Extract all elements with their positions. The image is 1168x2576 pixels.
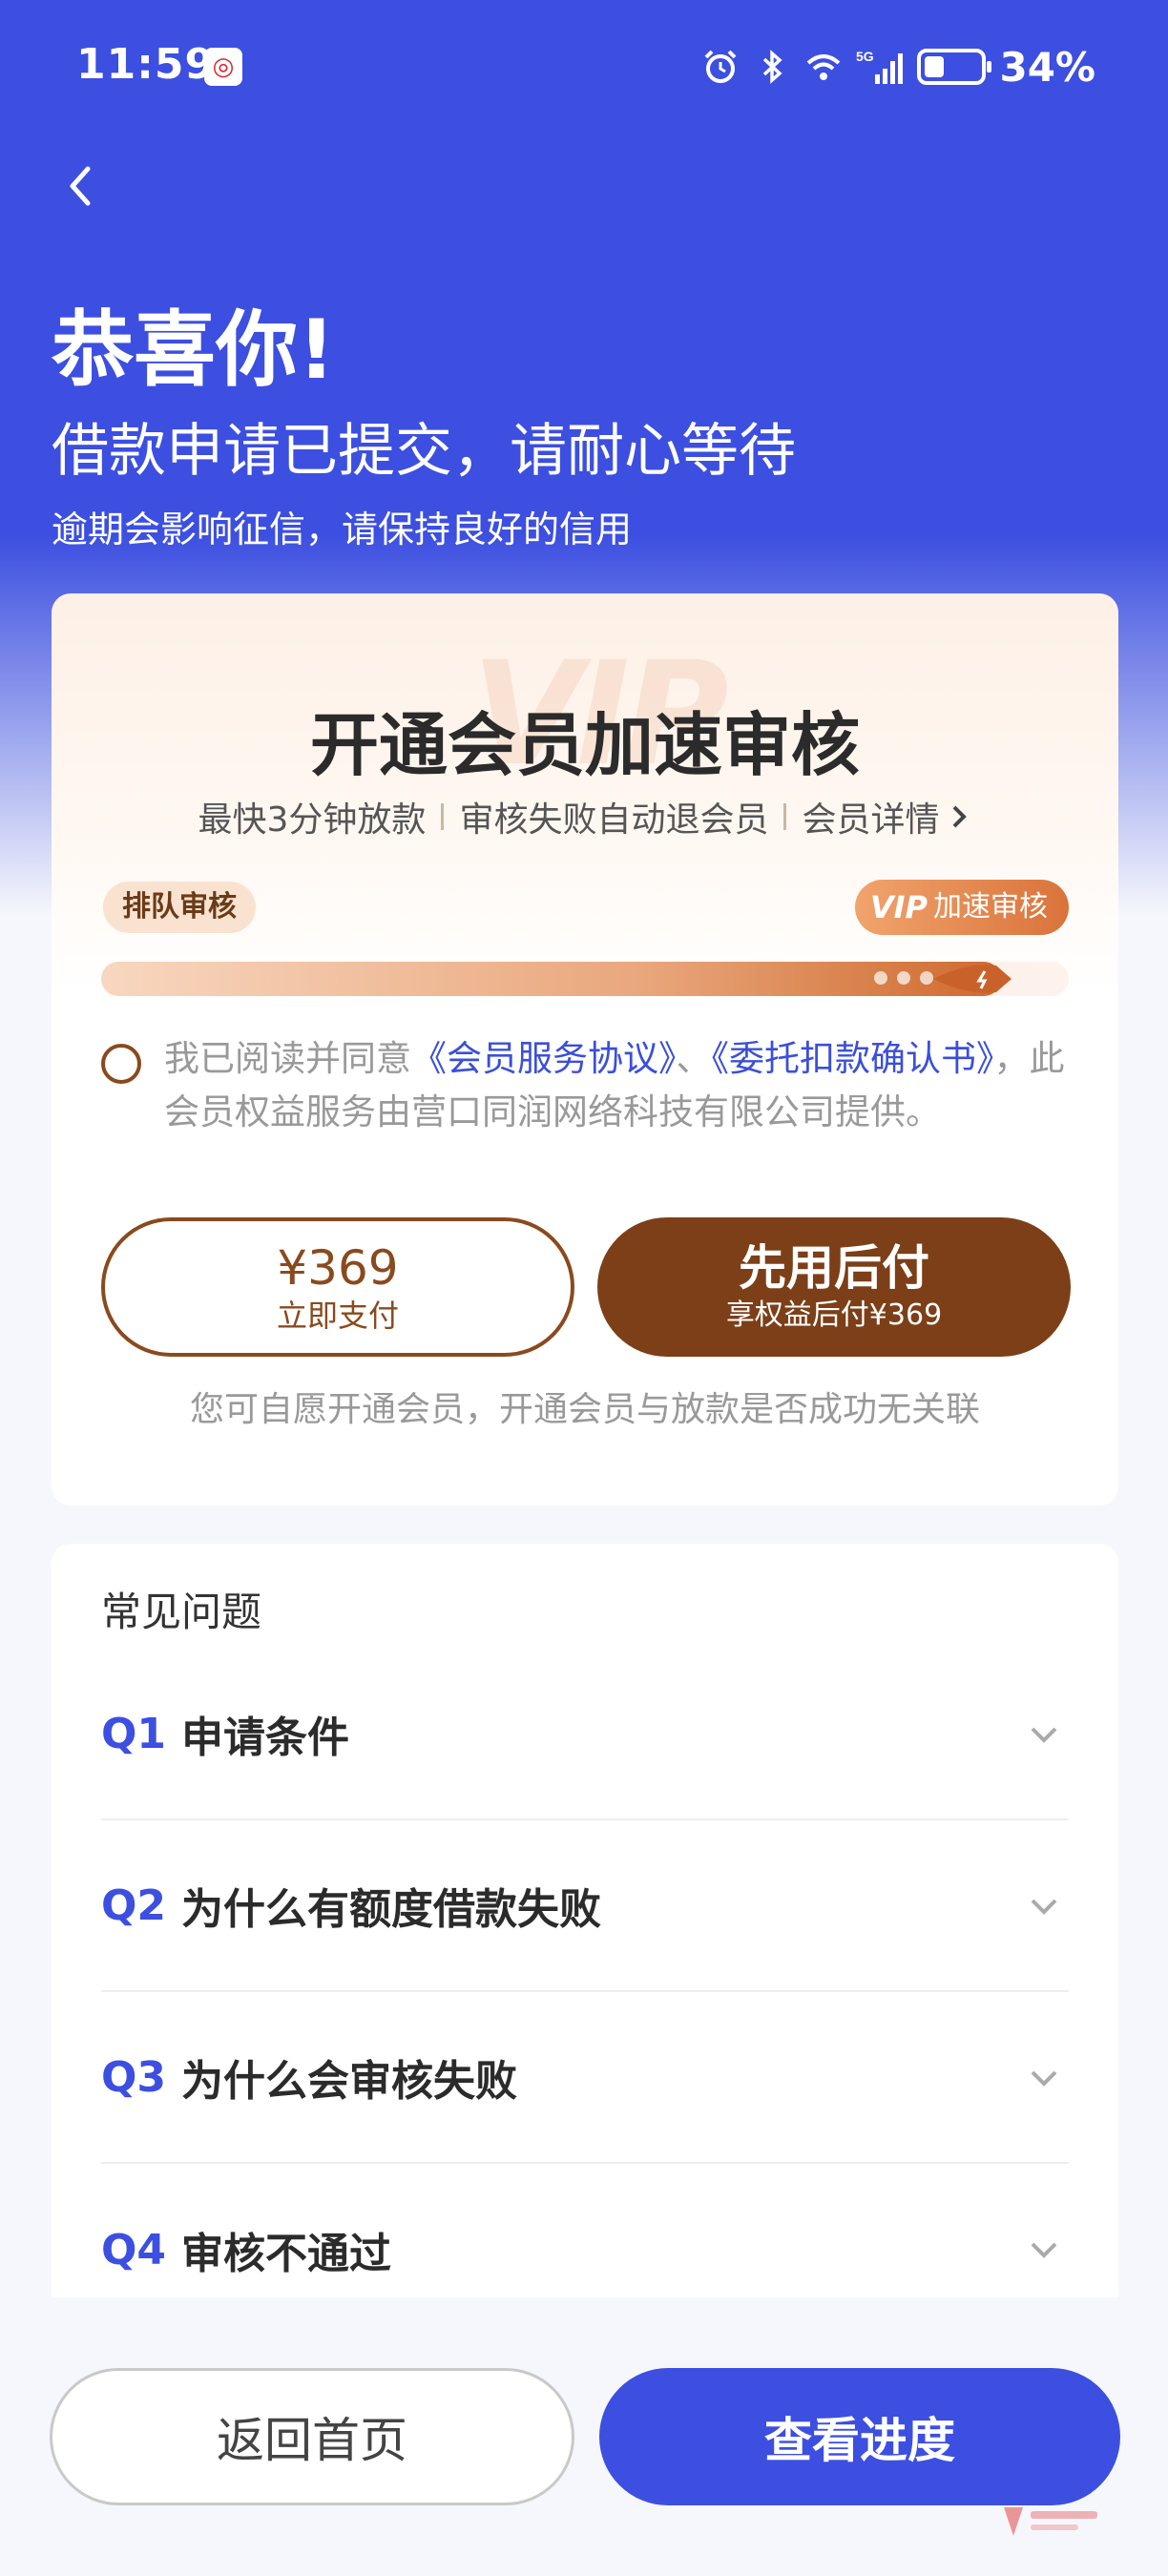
speed-dots (874, 971, 933, 985)
chevron-down-icon (1031, 1899, 1057, 1915)
faq-question: 为什么会审核失败 (181, 2057, 518, 2106)
pay-later-button[interactable]: 先用后付 享权益后付¥369 (597, 1217, 1071, 1357)
vip-badge-icon: VIP (869, 889, 928, 925)
back-arrow-icon[interactable] (53, 157, 111, 215)
faq-question: 申请条件 (181, 1714, 350, 1762)
pay-later-sub: 享权益后付¥369 (725, 1298, 943, 1332)
battery-percent: 34% (999, 43, 1095, 91)
feature-auto-refund: 审核失败自动退会员 (459, 800, 769, 840)
chevron-right-icon (953, 805, 968, 828)
view-progress-button[interactable]: 查看进度 (599, 2368, 1120, 2505)
agreement-joiner: 、 (676, 1038, 712, 1079)
pay-now-button[interactable]: ¥369 立即支付 (101, 1217, 574, 1357)
member-details-link[interactable]: 会员详情 (802, 792, 971, 841)
divider (441, 803, 445, 830)
chevron-down-icon (1031, 2070, 1057, 2087)
rocket-icon (933, 965, 1012, 993)
agreement-prefix: 我已阅读并同意 (164, 1038, 411, 1079)
signal-5g-icon: 5G (856, 49, 904, 84)
faq-question: 为什么有额度借款失败 (181, 1885, 602, 1934)
status-icons: 5G 34% (701, 38, 1095, 95)
vip-card: VIP 开通会员加速审核 最快3分钟放款 审核失败自动退会员 会员详情 排队审核… (52, 593, 1118, 1506)
speed-review-label: 加速审核 (933, 890, 1048, 924)
chevron-down-icon (1031, 2242, 1057, 2258)
chevron-down-icon (1031, 1727, 1057, 1743)
agreement-row: 我已阅读并同意《会员服务协议》、《委托扣款确认书》，此会员权益服务由营口同润网络… (101, 1032, 1074, 1139)
feature-fast-loan: 最快3分钟放款 (198, 800, 427, 840)
submitted-headline: 借款申请已提交，请耐心等待 (52, 418, 796, 485)
status-time: 11:59 (76, 40, 216, 89)
watermark-logo-icon (1004, 2507, 1097, 2536)
faq-item[interactable]: Q4 审核不通过 (101, 2164, 1069, 2297)
member-service-agreement-link[interactable]: 《会员服务协议》 (411, 1038, 677, 1079)
faq-item[interactable]: Q2 为什么有额度借款失败 (101, 1820, 1069, 1992)
wifi-icon (807, 54, 841, 80)
faq-title: 常见问题 (101, 1589, 262, 1635)
pay-now-price: ¥369 (277, 1240, 399, 1296)
faq-number: Q4 (101, 2225, 167, 2275)
faq-section: 常见问题 Q1 申请条件 Q2 为什么有额度借款失败 Q3 为什么会审核失败 Q… (52, 1544, 1118, 2297)
queue-review-tag: 排队审核 (103, 882, 256, 933)
member-details-label: 会员详情 (802, 800, 940, 840)
agreement-text: 我已阅读并同意《会员服务协议》、《委托扣款确认书》，此会员权益服务由营口同润网络… (164, 1032, 1074, 1139)
bank-app-notification-icon: ◎ (204, 48, 242, 86)
faq-item[interactable]: Q3 为什么会审核失败 (101, 1992, 1069, 2164)
speed-review-tag: VIP 加速审核 (854, 880, 1069, 935)
vip-features: 最快3分钟放款 审核失败自动退会员 会员详情 (52, 792, 1118, 841)
faq-number: Q1 (101, 1709, 167, 1758)
review-progress-fill (101, 962, 1002, 996)
faq-item[interactable]: Q1 申请条件 (101, 1649, 1069, 1820)
credit-warning: 逾期会影响征信，请保持良好的信用 (52, 509, 633, 551)
bottom-action-bar: 返回首页 查看进度 (0, 2297, 1168, 2576)
faq-number: Q2 (101, 1880, 167, 1930)
divider (783, 803, 787, 830)
alarm-icon (705, 50, 737, 83)
svg-text:5G: 5G (856, 49, 874, 64)
vip-title: 开通会员加速审核 (309, 705, 860, 785)
bluetooth-icon (763, 50, 783, 84)
battery-icon (917, 49, 992, 85)
pay-later-label: 先用后付 (739, 1240, 929, 1296)
agree-radio[interactable] (101, 1044, 141, 1084)
faq-question: 审核不通过 (181, 2230, 392, 2278)
voluntary-note: 您可自愿开通会员，开通会员与放款是否成功无关联 (189, 1390, 980, 1429)
status-bar: 11:59 ◎ 5G 34% (0, 0, 1168, 134)
debit-authorization-link[interactable]: 《委托扣款确认书》 (712, 1038, 994, 1079)
pay-now-label: 立即支付 (276, 1298, 399, 1334)
back-home-button[interactable]: 返回首页 (50, 2368, 574, 2505)
page-title: 恭喜你! (52, 302, 336, 398)
faq-number: Q3 (101, 2052, 167, 2102)
